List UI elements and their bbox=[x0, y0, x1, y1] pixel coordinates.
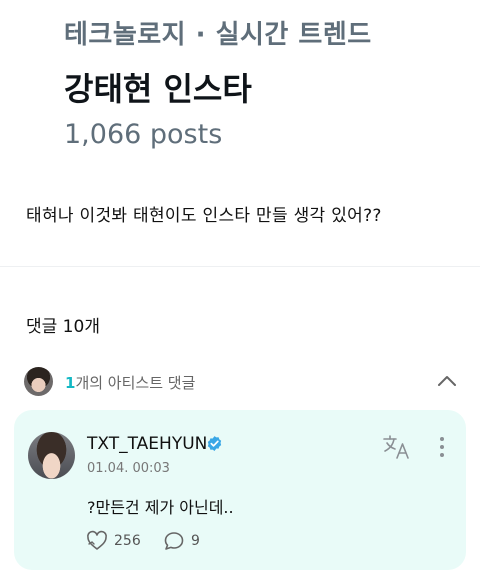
artist-comments-bar[interactable]: 1개의 아티스트 댓글 bbox=[20, 364, 460, 398]
artist-avatar-thumb bbox=[24, 367, 53, 396]
reply-button[interactable]: 9 bbox=[163, 530, 200, 552]
like-button[interactable]: 256 bbox=[86, 530, 141, 552]
trend-post-count: 1,066 posts bbox=[64, 119, 223, 150]
artist-comment-card: TXT_TAEHYUN 01.04. 00:03 ?만든건 제가 아닌데.. 2… bbox=[14, 410, 466, 570]
comments-header: 댓글 10개 bbox=[26, 317, 100, 337]
artist-comment-count: 1개의 아티스트 댓글 bbox=[65, 372, 195, 393]
artist-count-label: 개의 아티스트 댓글 bbox=[75, 374, 196, 392]
trend-title[interactable]: 강태현 인스타 bbox=[64, 64, 252, 110]
more-options-icon[interactable] bbox=[432, 434, 452, 460]
avatar[interactable] bbox=[28, 432, 75, 479]
comment-timestamp: 01.04. 00:03 bbox=[87, 461, 170, 476]
post-text: 태혀나 이것봐 태현이도 인스타 만들 생각 있어?? bbox=[26, 206, 382, 226]
chevron-up-icon[interactable] bbox=[434, 368, 460, 394]
divider bbox=[0, 266, 480, 267]
comment-username[interactable]: TXT_TAEHYUN bbox=[87, 434, 207, 454]
heart-hand-icon bbox=[87, 530, 107, 550]
speech-bubble-icon bbox=[164, 532, 184, 550]
verified-badge-icon bbox=[206, 435, 223, 452]
reply-count: 9 bbox=[191, 533, 200, 549]
comment-text: ?만든건 제가 아닌데.. bbox=[87, 498, 234, 517]
trend-category: 테크놀로지 · 실시간 트렌드 bbox=[64, 20, 372, 50]
artist-count-number: 1 bbox=[65, 374, 76, 392]
like-count: 256 bbox=[114, 533, 141, 549]
translate-icon[interactable] bbox=[382, 434, 412, 460]
